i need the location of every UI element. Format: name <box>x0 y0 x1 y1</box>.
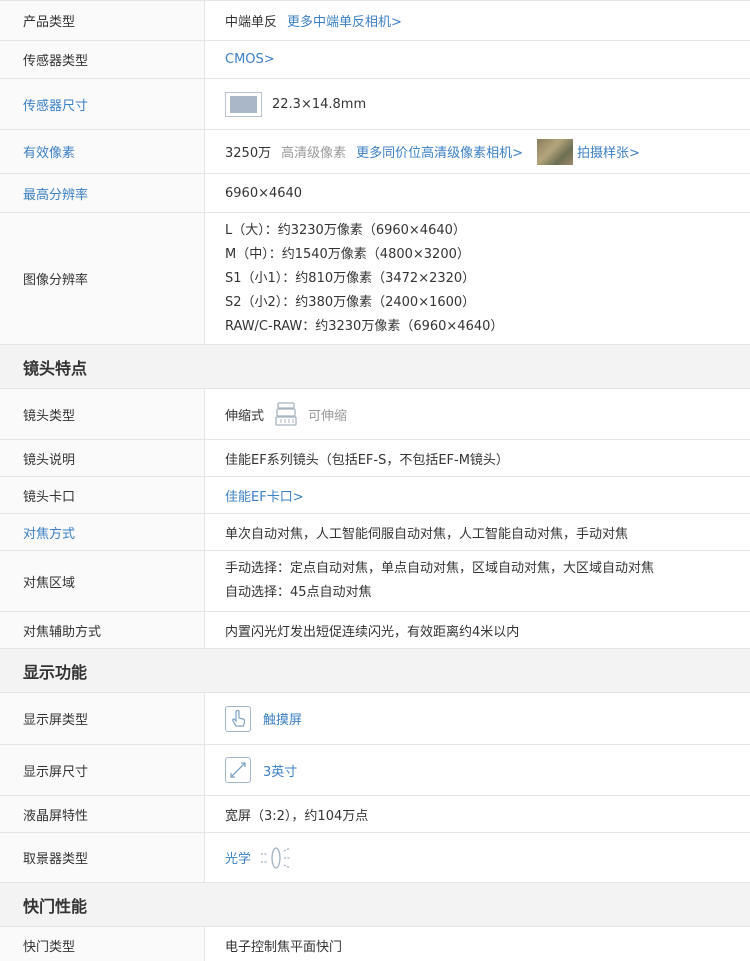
resolution-line: RAW/C-RAW：约3230万像素（6960×4640） <box>225 318 504 334</box>
row-label: 传感器类型 <box>0 41 205 78</box>
row-label: 显示屏类型 <box>0 693 205 744</box>
lens-type-icon-label: 可伸缩 <box>308 408 348 424</box>
more-midrange-dslr-link[interactable]: 更多中端单反相机> <box>287 11 402 30</box>
row-lens-desc: 镜头说明 佳能EF系列镜头（包括EF-S，不包括EF-M镜头） <box>0 440 750 477</box>
sensor-size-icon <box>225 91 262 117</box>
resolution-line: S2（小2）：约380万像素（2400×1600） <box>225 294 476 310</box>
row-label: 对焦辅助方式 <box>0 612 205 648</box>
row-label: 产品类型 <box>0 1 205 40</box>
resolution-line: S1（小1）：约810万像素（3472×2320） <box>225 270 476 286</box>
product-type-value: 中端单反 <box>225 15 278 30</box>
row-value: 佳能EF卡口> <box>205 477 750 513</box>
sensor-size-value: 22.3×14.8mm <box>272 96 367 112</box>
row-value: 6960×4640 <box>225 185 303 201</box>
row-label: 镜头卡口 <box>0 477 205 513</box>
row-value: 宽屏（3:2），约104万点 <box>225 808 369 824</box>
section-header-shutter: 快门性能 <box>0 883 750 927</box>
row-lens-mount: 镜头卡口 佳能EF卡口> <box>0 477 750 514</box>
row-value: 内置闪光灯发出短促连续闪光，有效距离约4米以内 <box>225 624 520 640</box>
row-effective-pixels: 有效像素 3250万 高清级像素 更多同价位高清级像素相机> 拍摄样张> <box>0 130 750 174</box>
section-header-lens: 镜头特点 <box>0 345 750 389</box>
row-sensor-type: 传感器类型 CMOS> <box>0 41 750 79</box>
row-lcd-features: 液晶屏特性 宽屏（3:2），约104万点 <box>0 796 750 833</box>
row-label: 对焦区域 <box>0 551 205 611</box>
row-viewfinder: 取景器类型 光学 <box>0 833 750 883</box>
pixels-tag: 高清级像素 <box>281 146 347 161</box>
row-focus-mode: 对焦方式 单次自动对焦，人工智能伺服自动对焦，人工智能自动对焦，手动对焦 <box>0 514 750 551</box>
row-value: 电子控制焦平面快门 <box>225 940 343 955</box>
viewfinder-value[interactable]: 光学 <box>225 848 251 867</box>
row-value: CMOS> <box>205 41 750 78</box>
row-label-link[interactable]: 对焦方式 <box>0 514 205 550</box>
row-value: 单次自动对焦，人工智能伺服自动对焦，人工智能自动对焦，手动对焦 <box>225 526 629 542</box>
row-label: 图像分辨率 <box>0 213 205 344</box>
row-screen-type: 显示屏类型 触摸屏 <box>0 693 750 745</box>
resolution-line: M（中）：约1540万像素（4800×3200） <box>225 246 470 262</box>
row-shutter-type: 快门类型 电子控制焦平面快门 <box>0 927 750 961</box>
sample-photos-link[interactable]: 拍摄样张> <box>577 142 640 161</box>
row-label-link[interactable]: 传感器尺寸 <box>0 79 205 129</box>
row-value: 伸缩式 可伸缩 <box>205 389 750 439</box>
row-lens-type: 镜头类型 伸缩式 可伸缩 <box>0 389 750 440</box>
row-value: 触摸屏 <box>205 693 750 744</box>
row-value: 佳能EF系列镜头（包括EF-S，不包括EF-M镜头） <box>225 452 509 468</box>
row-label: 液晶屏特性 <box>0 796 205 832</box>
row-value: 22.3×14.8mm <box>205 79 750 129</box>
row-screen-size: 显示屏尺寸 3英寸 <box>0 745 750 796</box>
retractable-lens-icon <box>274 400 298 428</box>
screen-size-icon <box>225 757 251 783</box>
row-value: 光学 <box>205 833 750 882</box>
canon-ef-mount-link[interactable]: 佳能EF卡口> <box>225 486 304 505</box>
spec-table: 产品类型 中端单反 更多中端单反相机> 传感器类型 CMOS> 传感器尺寸 22… <box>0 0 750 961</box>
row-product-type: 产品类型 中端单反 更多中端单反相机> <box>0 1 750 41</box>
focus-area-line: 手动选择：定点自动对焦，单点自动对焦，区域自动对焦，大区域自动对焦 <box>225 561 655 576</box>
optical-viewfinder-icon <box>259 844 293 872</box>
row-value: L（大）：约3230万像素（6960×4640） M（中）：约1540万像素（4… <box>205 213 750 344</box>
row-image-resolution: 图像分辨率 L（大）：约3230万像素（6960×4640） M（中）：约154… <box>0 213 750 345</box>
sample-photo-thumbnail[interactable] <box>537 138 574 165</box>
row-sensor-size: 传感器尺寸 22.3×14.8mm <box>0 79 750 130</box>
row-label-link[interactable]: 有效像素 <box>0 130 205 173</box>
row-label: 取景器类型 <box>0 833 205 882</box>
row-max-resolution: 最高分辨率 6960×4640 <box>0 174 750 213</box>
lens-type-value: 伸缩式 <box>225 408 265 424</box>
row-label: 镜头说明 <box>0 440 205 476</box>
row-focus-area: 对焦区域 手动选择：定点自动对焦，单点自动对焦，区域自动对焦，大区域自动对焦 自… <box>0 551 750 612</box>
row-label: 显示屏尺寸 <box>0 745 205 795</box>
resolution-line: L（大）：约3230万像素（6960×4640） <box>225 222 466 238</box>
row-value: 3250万 高清级像素 更多同价位高清级像素相机> 拍摄样张> <box>205 130 750 173</box>
more-same-price-link[interactable]: 更多同价位高清级像素相机> <box>356 142 523 161</box>
touchscreen-icon <box>225 705 251 732</box>
focus-area-line: 自动选择：45点自动对焦 <box>225 585 372 600</box>
row-value: 3英寸 <box>205 745 750 795</box>
row-value: 中端单反 更多中端单反相机> <box>205 1 750 40</box>
pixels-value: 3250万 <box>225 146 272 161</box>
screen-size-value[interactable]: 3英寸 <box>263 761 297 780</box>
row-label: 快门类型 <box>0 927 205 961</box>
screen-type-value[interactable]: 触摸屏 <box>263 709 302 728</box>
row-focus-assist: 对焦辅助方式 内置闪光灯发出短促连续闪光，有效距离约4米以内 <box>0 612 750 649</box>
row-value: 手动选择：定点自动对焦，单点自动对焦，区域自动对焦，大区域自动对焦 自动选择：4… <box>205 551 750 611</box>
row-label-link[interactable]: 最高分辨率 <box>0 174 205 212</box>
cmos-link[interactable]: CMOS> <box>225 52 275 67</box>
section-header-display: 显示功能 <box>0 649 750 693</box>
row-label: 镜头类型 <box>0 389 205 439</box>
